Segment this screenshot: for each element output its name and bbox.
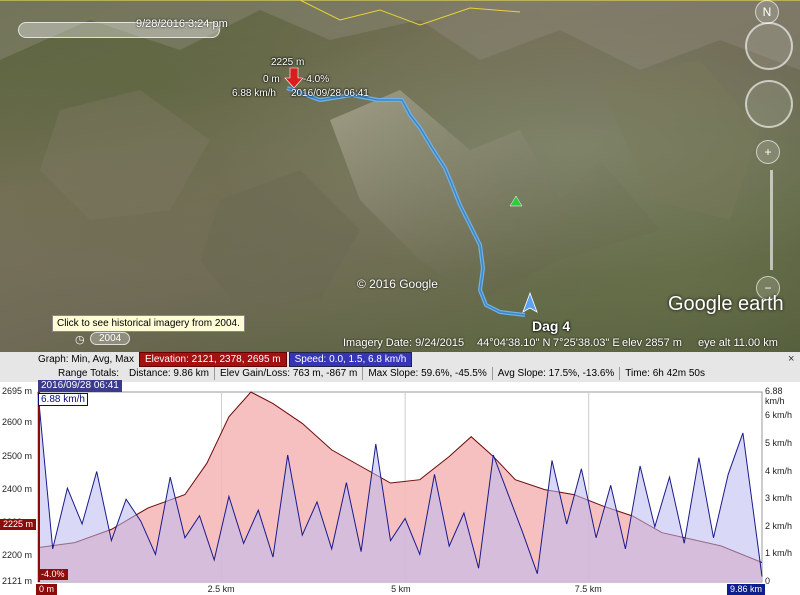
- range-totals-row: Range Totals: Distance: 9.86 km Elev Gai…: [0, 366, 710, 380]
- x-tick-label: 5 km: [391, 584, 411, 594]
- imagery-date: Imagery Date: 9/24/2015: [343, 337, 465, 349]
- y-right-tick-label: 6.88 km/h: [765, 386, 785, 406]
- cursor-distance-tag: 0 m: [36, 584, 58, 595]
- ground-elevation-readout: elev 2857 m: [622, 337, 682, 349]
- historical-imagery-tooltip: Click to see historical imagery from 200…: [52, 315, 245, 332]
- elev-gain-loss-stat: Elev Gain/Loss: 763 m, -867 m: [215, 366, 364, 380]
- y-left-tick-label: 2200 m: [2, 549, 33, 560]
- zoom-slider[interactable]: [770, 170, 773, 270]
- marker-distance: 0 m: [263, 74, 280, 85]
- longitude-readout: 7°25'38.03" E: [553, 337, 620, 349]
- cursor-slope-tag: -4.0%: [38, 569, 68, 580]
- y-right-tick-label: 0: [765, 576, 771, 586]
- y-left-tick-label: 2121 m: [2, 576, 33, 586]
- time-label: 9/28/2016 3:24 pm: [136, 18, 228, 30]
- y-right-tick-label: 3 km/h: [765, 493, 793, 504]
- x-tick-label: 7.5 km: [574, 584, 602, 594]
- graph-mode-label: Graph: Min, Avg, Max: [38, 353, 134, 365]
- marker-time: 2016/09/28 06:41: [291, 88, 369, 99]
- distance-stat: Distance: 9.86 km: [124, 366, 216, 380]
- move-joystick[interactable]: [745, 80, 793, 128]
- marker-slope: -4.0%: [303, 74, 330, 85]
- map-copyright: © 2016 Google: [357, 277, 438, 291]
- x-tick-label: 2.5 km: [207, 584, 235, 594]
- clock-icon[interactable]: ◷: [75, 333, 85, 346]
- avg-slope-stat: Avg Slope: 17.5%, -13.6%: [493, 366, 621, 380]
- historical-imagery-button[interactable]: 2004: [90, 332, 131, 345]
- profile-chart[interactable]: [0, 382, 800, 595]
- elevation-profile-panel: Graph: Min, Avg, Max Elevation: 2121, 23…: [0, 351, 800, 595]
- y-right-tick-label: 5 km/h: [765, 437, 793, 448]
- y-right-tick-label: 4 km/h: [765, 465, 793, 476]
- end-distance-tag: 9.86 km: [727, 584, 766, 595]
- zoom-in-icon[interactable]: +: [756, 140, 780, 164]
- cursor-elevation-tag: 2225 m: [0, 519, 37, 530]
- y-right-tick-label: 6 km/h: [765, 410, 793, 421]
- y-left-tick-label: 2695 m: [2, 386, 33, 396]
- y-left-tick-label: 2400 m: [2, 483, 33, 494]
- eye-altitude-readout: eye alt 11.00 km: [698, 337, 778, 349]
- placemark-label[interactable]: Dag 4: [532, 318, 570, 334]
- elevation-graph-toggle[interactable]: Elevation: 2121, 2378, 2695 m: [138, 351, 287, 367]
- max-slope-stat: Max Slope: 59.6%, -45.5%: [363, 366, 493, 380]
- y-left-tick-label: 2500 m: [2, 450, 33, 461]
- close-profile-button[interactable]: ×: [788, 353, 794, 365]
- y-right-tick-label: 1 km/h: [765, 548, 793, 559]
- map-view[interactable]: 9/28/2016 3:24 pm 2225 m 0 m -4.0% 6.88 …: [0, 0, 800, 352]
- look-joystick[interactable]: [745, 22, 793, 70]
- google-earth-logo: Google earth: [668, 293, 784, 315]
- marker-speed: 6.88 km/h: [232, 88, 276, 99]
- range-totals-label: Range Totals:: [58, 367, 119, 379]
- speed-graph-toggle[interactable]: Speed: 0.0, 1.5, 6.8 km/h: [288, 351, 413, 367]
- compass-north-icon[interactable]: N: [755, 0, 779, 24]
- y-right-tick-label: 2 km/h: [765, 520, 793, 531]
- y-left-tick-label: 2600 m: [2, 417, 33, 428]
- latitude-readout: 44°04'38.10" N: [477, 337, 551, 349]
- graph-header: Graph: Min, Avg, Max Elevation: 2121, 23…: [0, 351, 413, 367]
- cursor-speed-tag: 6.88 km/h: [38, 393, 88, 406]
- marker-elevation: 2225 m: [271, 57, 305, 68]
- time-stat: Time: 6h 42m 50s: [625, 367, 705, 379]
- cursor-date-tag: 2016/09/28 06:41: [38, 380, 122, 392]
